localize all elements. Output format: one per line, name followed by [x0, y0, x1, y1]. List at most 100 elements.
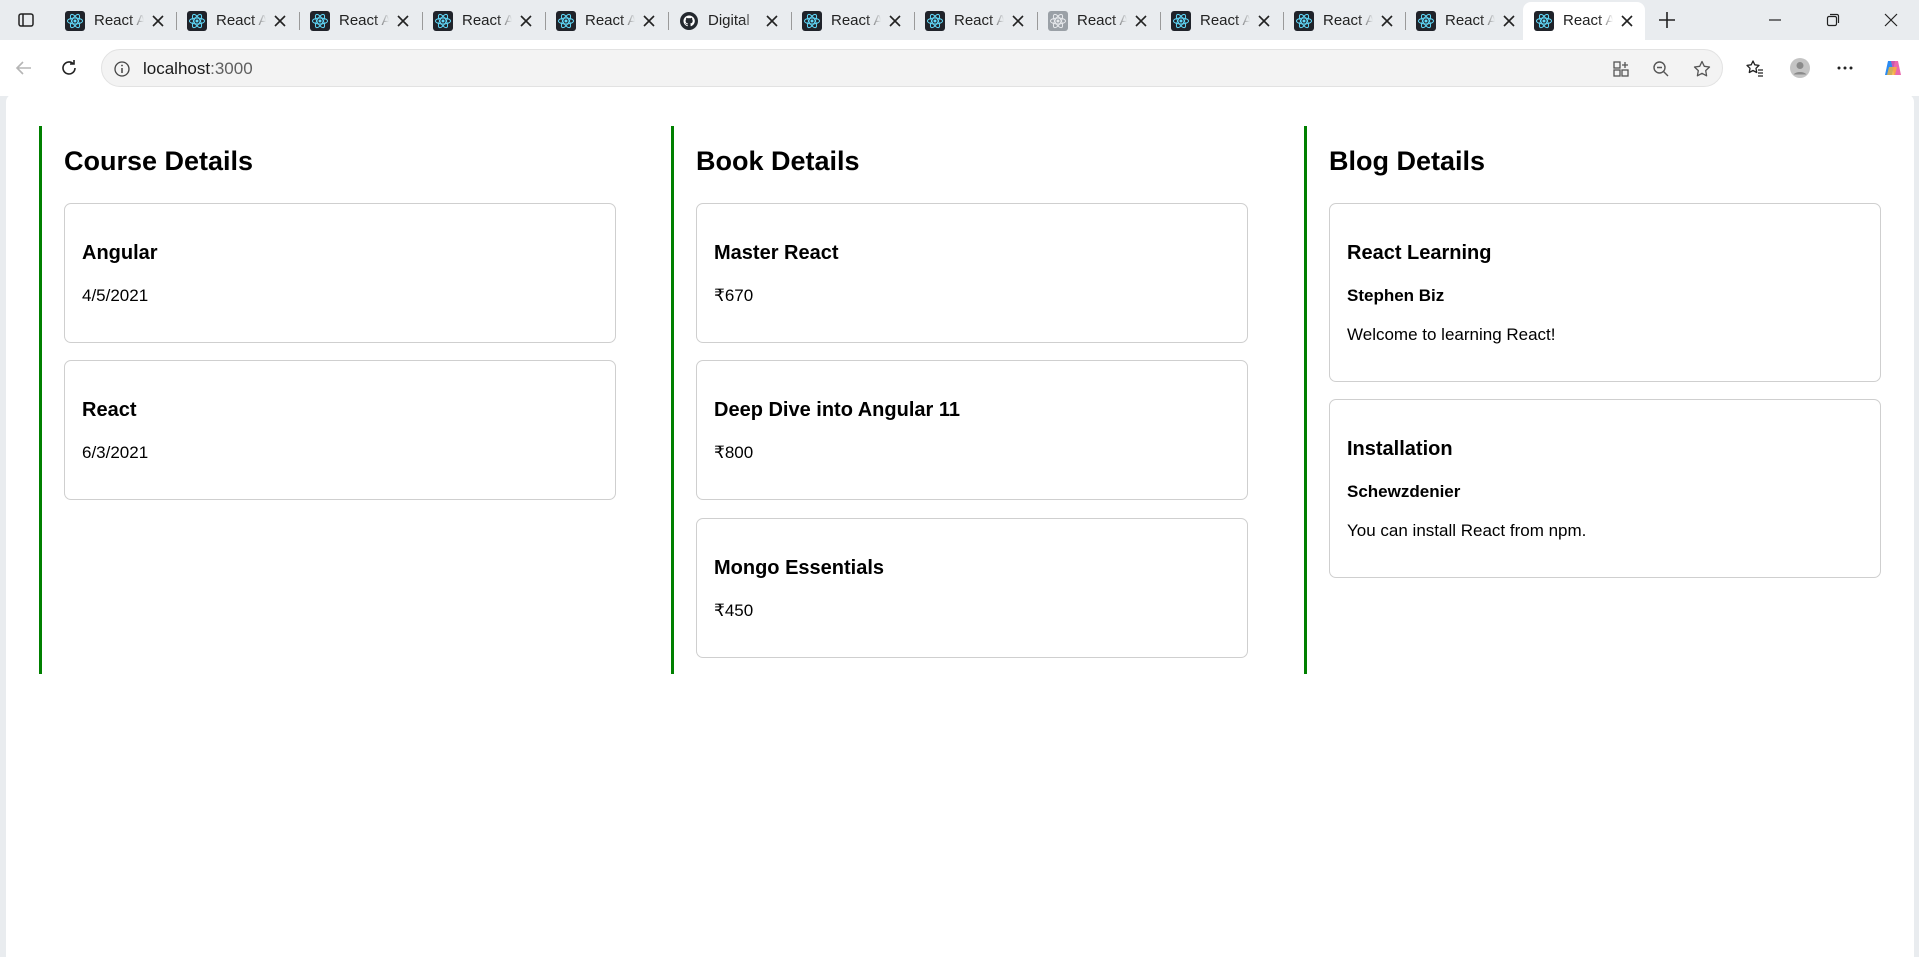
blog-card: Installation Schewzdenier You can instal… — [1329, 399, 1881, 578]
close-tab-icon[interactable] — [1379, 13, 1395, 29]
tab-title: React App — [1563, 12, 1613, 29]
page-viewport: Course Details Angular 4/5/2021 React 6/… — [6, 94, 1914, 957]
url-host: localhost — [143, 59, 211, 78]
browser-tab[interactable]: React App — [1037, 2, 1159, 38]
browser-tab[interactable]: React App — [299, 2, 421, 38]
book-price: ₹450 — [714, 601, 754, 620]
react-icon — [802, 11, 822, 31]
close-tab-icon[interactable] — [518, 13, 534, 29]
minimize-icon[interactable] — [1746, 0, 1804, 40]
tab-title: Digital — [708, 12, 750, 29]
tab-separator — [1405, 12, 1406, 30]
course-date: 4/5/2021 — [82, 286, 149, 305]
github-icon — [679, 11, 699, 31]
tab-title: React App — [1200, 12, 1250, 29]
browser-tab[interactable]: React App — [422, 2, 544, 38]
tab-title: React App — [94, 12, 144, 29]
course-details-section: Course Details Angular 4/5/2021 React 6/… — [39, 126, 639, 674]
tab-title: React App — [1077, 12, 1127, 29]
tab-title: React App — [216, 12, 266, 29]
back-arrow-icon[interactable] — [9, 53, 39, 83]
favorite-star-icon[interactable] — [1691, 58, 1713, 80]
browser-tab[interactable]: React App — [791, 2, 913, 38]
tab-title: React App — [954, 12, 1004, 29]
book-name: Master React — [714, 242, 839, 264]
tab-separator — [791, 12, 792, 30]
book-name: Deep Dive into Angular 11 — [714, 399, 960, 421]
favorites-icon[interactable] — [1740, 53, 1770, 83]
address-bar[interactable]: localhost:3000 — [101, 49, 1723, 87]
tab-separator — [176, 12, 177, 30]
react-icon — [1294, 11, 1314, 31]
profile-avatar-icon[interactable] — [1785, 53, 1815, 83]
close-tab-icon[interactable] — [272, 13, 288, 29]
close-tab-icon[interactable] — [641, 13, 657, 29]
react-icon — [433, 11, 453, 31]
course-name: Angular — [82, 242, 158, 264]
browser-tab[interactable]: Digital — [668, 2, 790, 38]
tab-separator — [299, 12, 300, 30]
tab-separator — [1283, 12, 1284, 30]
tab-separator — [1037, 12, 1038, 30]
tab-separator — [1160, 12, 1161, 30]
tab-separator — [914, 12, 915, 30]
tab-title: React App — [1323, 12, 1373, 29]
blog-details-section: Blog Details React Learning Stephen Biz … — [1304, 126, 1904, 674]
react-icon — [1534, 11, 1554, 31]
course-card: React 6/3/2021 — [64, 360, 616, 500]
app-available-icon[interactable] — [1610, 58, 1632, 80]
browser-tab[interactable]: React App — [914, 2, 1036, 38]
book-price: ₹670 — [714, 286, 754, 305]
book-name: Mongo Essentials — [714, 557, 885, 579]
react-icon — [65, 11, 85, 31]
book-card: Master React ₹670 — [696, 203, 1248, 343]
new-tab-icon[interactable] — [1653, 7, 1681, 33]
zoom-out-icon[interactable] — [1650, 58, 1672, 80]
close-tab-icon[interactable] — [1619, 13, 1635, 29]
browser-tab[interactable]: React App — [176, 2, 298, 38]
close-tab-icon[interactable] — [1256, 13, 1272, 29]
react-icon — [1171, 11, 1191, 31]
close-window-icon[interactable] — [1862, 0, 1919, 40]
blog-content: Welcome to learning React! — [1347, 325, 1556, 344]
course-name: React — [82, 399, 137, 421]
react-icon — [925, 11, 945, 31]
close-tab-icon[interactable] — [150, 13, 166, 29]
close-tab-icon[interactable] — [887, 13, 903, 29]
book-card: Mongo Essentials ₹450 — [696, 518, 1248, 658]
tab-title: React App — [585, 12, 635, 29]
browser-tab[interactable]: React App — [545, 2, 667, 38]
section-heading: Course Details — [64, 146, 254, 176]
restore-icon[interactable] — [1804, 0, 1862, 40]
browser-tab[interactable]: React App — [1160, 2, 1282, 38]
browser-tab[interactable]: React App — [54, 2, 176, 38]
tab-actions-icon[interactable] — [10, 8, 42, 32]
browser-tab[interactable]: React App — [1405, 2, 1527, 38]
tab-separator — [422, 12, 423, 30]
copilot-icon[interactable] — [1878, 53, 1908, 83]
react-icon — [1416, 11, 1436, 31]
react-icon — [310, 11, 330, 31]
close-tab-icon[interactable] — [764, 13, 780, 29]
url-text[interactable]: localhost:3000 — [143, 59, 253, 79]
more-options-icon[interactable] — [1830, 53, 1860, 83]
book-price: ₹800 — [714, 443, 754, 462]
close-tab-icon[interactable] — [1133, 13, 1149, 29]
book-details-section: Book Details Master React ₹670 Deep Dive… — [671, 126, 1271, 674]
browser-toolbar: localhost:3000 — [0, 40, 1919, 96]
blog-author: Schewzdenier — [1347, 482, 1461, 501]
course-date: 6/3/2021 — [82, 443, 149, 462]
reload-icon[interactable] — [54, 53, 84, 83]
course-card: Angular 4/5/2021 — [64, 203, 616, 343]
tab-separator — [545, 12, 546, 30]
browser-tab[interactable]: React App — [1283, 2, 1405, 38]
browser-tab-active[interactable]: React App — [1523, 2, 1645, 40]
site-info-icon[interactable] — [112, 59, 132, 79]
blog-card: React Learning Stephen Biz Welcome to le… — [1329, 203, 1881, 382]
react-gray-icon — [1048, 11, 1068, 31]
tab-title: React App — [339, 12, 389, 29]
close-tab-icon[interactable] — [1501, 13, 1517, 29]
close-tab-icon[interactable] — [1010, 13, 1026, 29]
section-heading: Book Details — [696, 146, 860, 176]
close-tab-icon[interactable] — [395, 13, 411, 29]
